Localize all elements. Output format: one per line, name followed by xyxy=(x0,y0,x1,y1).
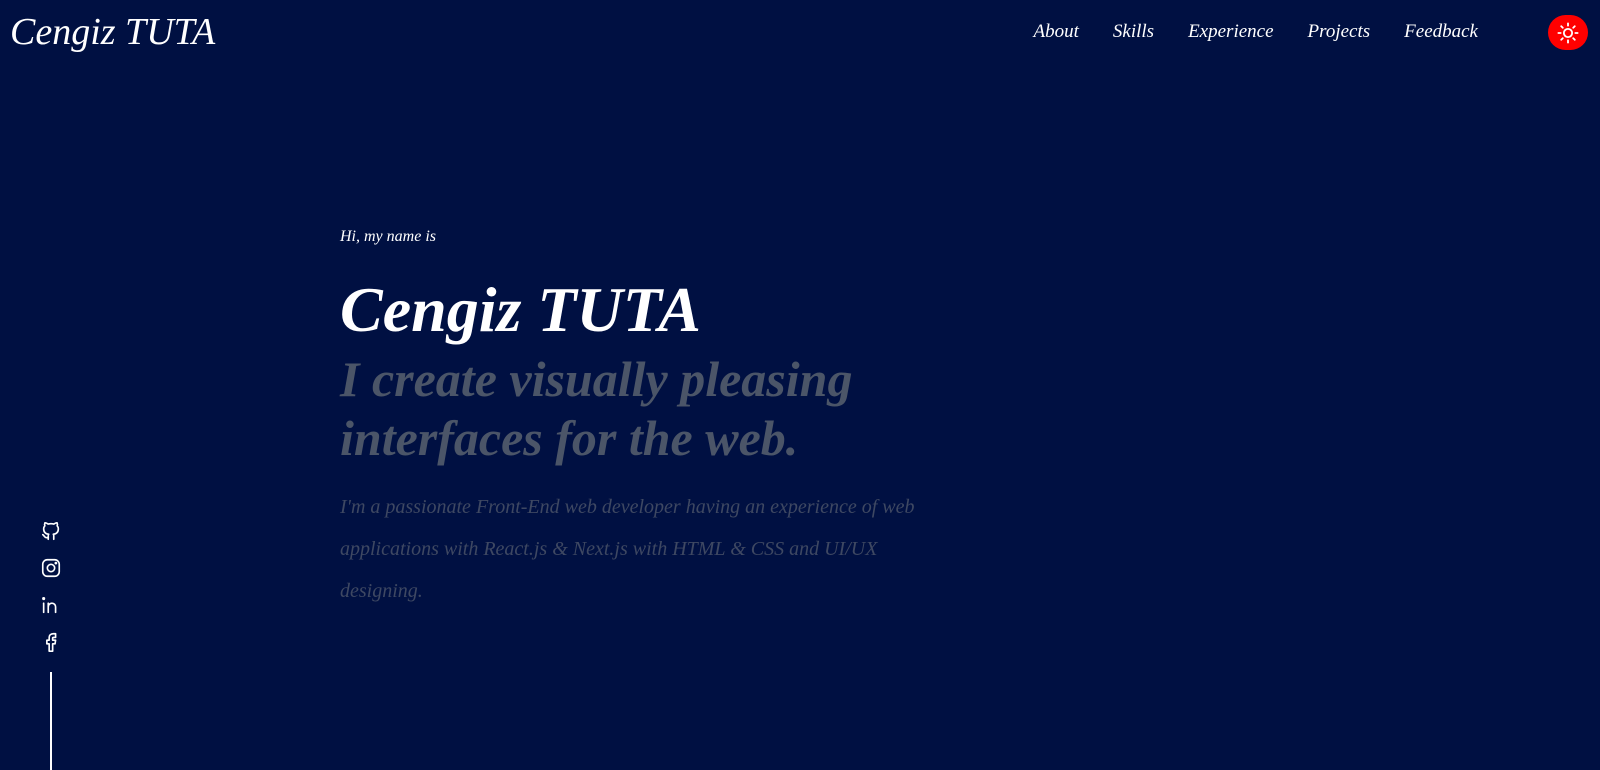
site-header: Cengiz TUTA About Skills Experience Proj… xyxy=(0,0,1600,64)
hero-greeting: Hi, my name is xyxy=(340,228,436,245)
brand-logo[interactable]: Cengiz TUTA xyxy=(10,10,215,54)
theme-toggle-button[interactable] xyxy=(1548,15,1588,50)
facebook-link[interactable] xyxy=(40,631,62,653)
nav-link-about[interactable]: About xyxy=(1034,18,1079,46)
hero-tagline: I create visually pleasing interfaces fo… xyxy=(340,351,853,466)
github-icon xyxy=(41,521,60,541)
hero-section: Hi, my name is Cengiz TUTA I create visu… xyxy=(340,226,980,612)
nav-link-projects[interactable]: Projects xyxy=(1308,18,1371,46)
nav-link-skills[interactable]: Skills xyxy=(1113,18,1154,46)
social-links xyxy=(40,520,62,668)
main-nav: About Skills Experience Projects Feedbac… xyxy=(1000,18,1478,46)
hero-name: Cengiz TUTA xyxy=(340,274,701,345)
page: Cengiz TUTA About Skills Experience Proj… xyxy=(0,0,1600,770)
facebook-icon xyxy=(46,632,57,652)
hero-description: I'm a passionate Front-End web developer… xyxy=(340,496,915,602)
sun-icon xyxy=(1557,21,1579,44)
instagram-link[interactable] xyxy=(40,557,62,579)
github-link[interactable] xyxy=(40,520,62,542)
linkedin-link[interactable] xyxy=(40,594,62,616)
instagram-icon xyxy=(41,558,61,578)
linkedin-icon xyxy=(42,597,57,614)
nav-link-feedback[interactable]: Feedback xyxy=(1404,18,1478,46)
social-rail-line xyxy=(50,672,52,770)
nav-link-experience[interactable]: Experience xyxy=(1188,18,1273,46)
